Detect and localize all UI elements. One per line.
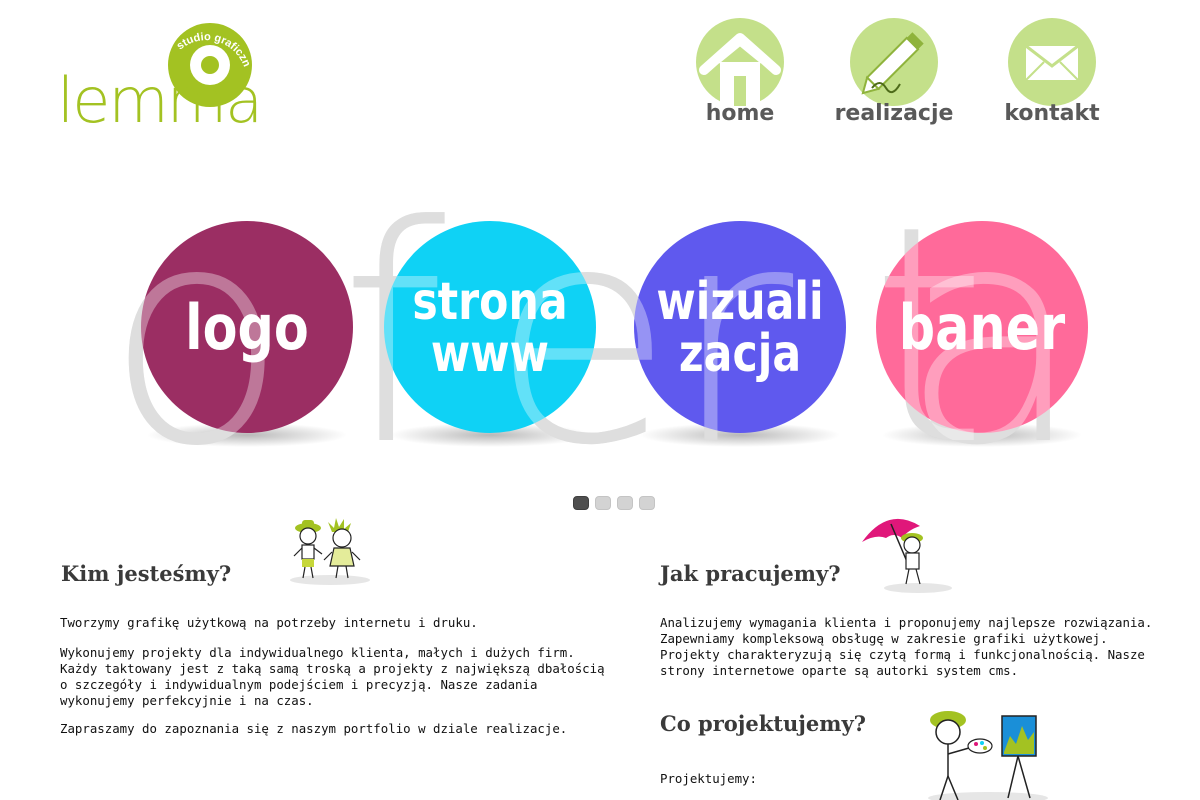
offer-circle-label: www [431, 324, 549, 384]
offer-slider[interactable]: oferta oferta logostronawwwwizualizacjab… [0, 150, 1200, 490]
slider-dot[interactable] [617, 496, 633, 510]
what-we-design-title: Co projektujemy? [660, 711, 866, 736]
umbrella-illustration [862, 518, 952, 593]
site-logo[interactable]: studio graficzne lemma [55, 20, 263, 132]
slider-canvas: oferta oferta logostronawwwwizualizacjab… [105, 162, 1088, 490]
offer-circle-label: logo [185, 292, 309, 364]
nav-home-label: home [705, 101, 775, 126]
offer-circle-label: zacja [679, 324, 801, 384]
slider-dot[interactable] [595, 496, 611, 510]
nav-home[interactable]: home [670, 12, 810, 132]
kids-illustration [290, 518, 370, 585]
who-we-are-text-1: Tworzymy grafikę użytkową na potrzeby in… [60, 615, 478, 630]
nav-realizacje-label: realizacje [834, 101, 954, 126]
who-we-are-text-3: Zapraszamy do zapoznania się z naszym po… [60, 721, 568, 736]
logo-wordmark: lemma [57, 64, 263, 137]
how-we-work-text: Analizujemy wymagania klienta i proponuj… [660, 615, 1153, 678]
who-we-are-title: Kim jesteśmy? [61, 561, 232, 586]
slider-dot[interactable] [639, 496, 655, 510]
nav-realizacje[interactable]: realizacje [824, 12, 964, 132]
what-we-design-text: Projektujemy: [660, 771, 757, 786]
nav-kontakt[interactable]: kontakt [982, 12, 1122, 132]
how-we-work-title: Jak pracujemy? [660, 561, 841, 586]
nav-kontakt-label: kontakt [1004, 101, 1100, 126]
offer-circle-label: baner [899, 292, 1065, 364]
slider-dot[interactable] [573, 496, 589, 510]
main-nav: home realizacje kontakt [670, 12, 1130, 132]
who-we-are-text-2: Wykonujemy projekty dla indywidualnego k… [60, 645, 605, 708]
